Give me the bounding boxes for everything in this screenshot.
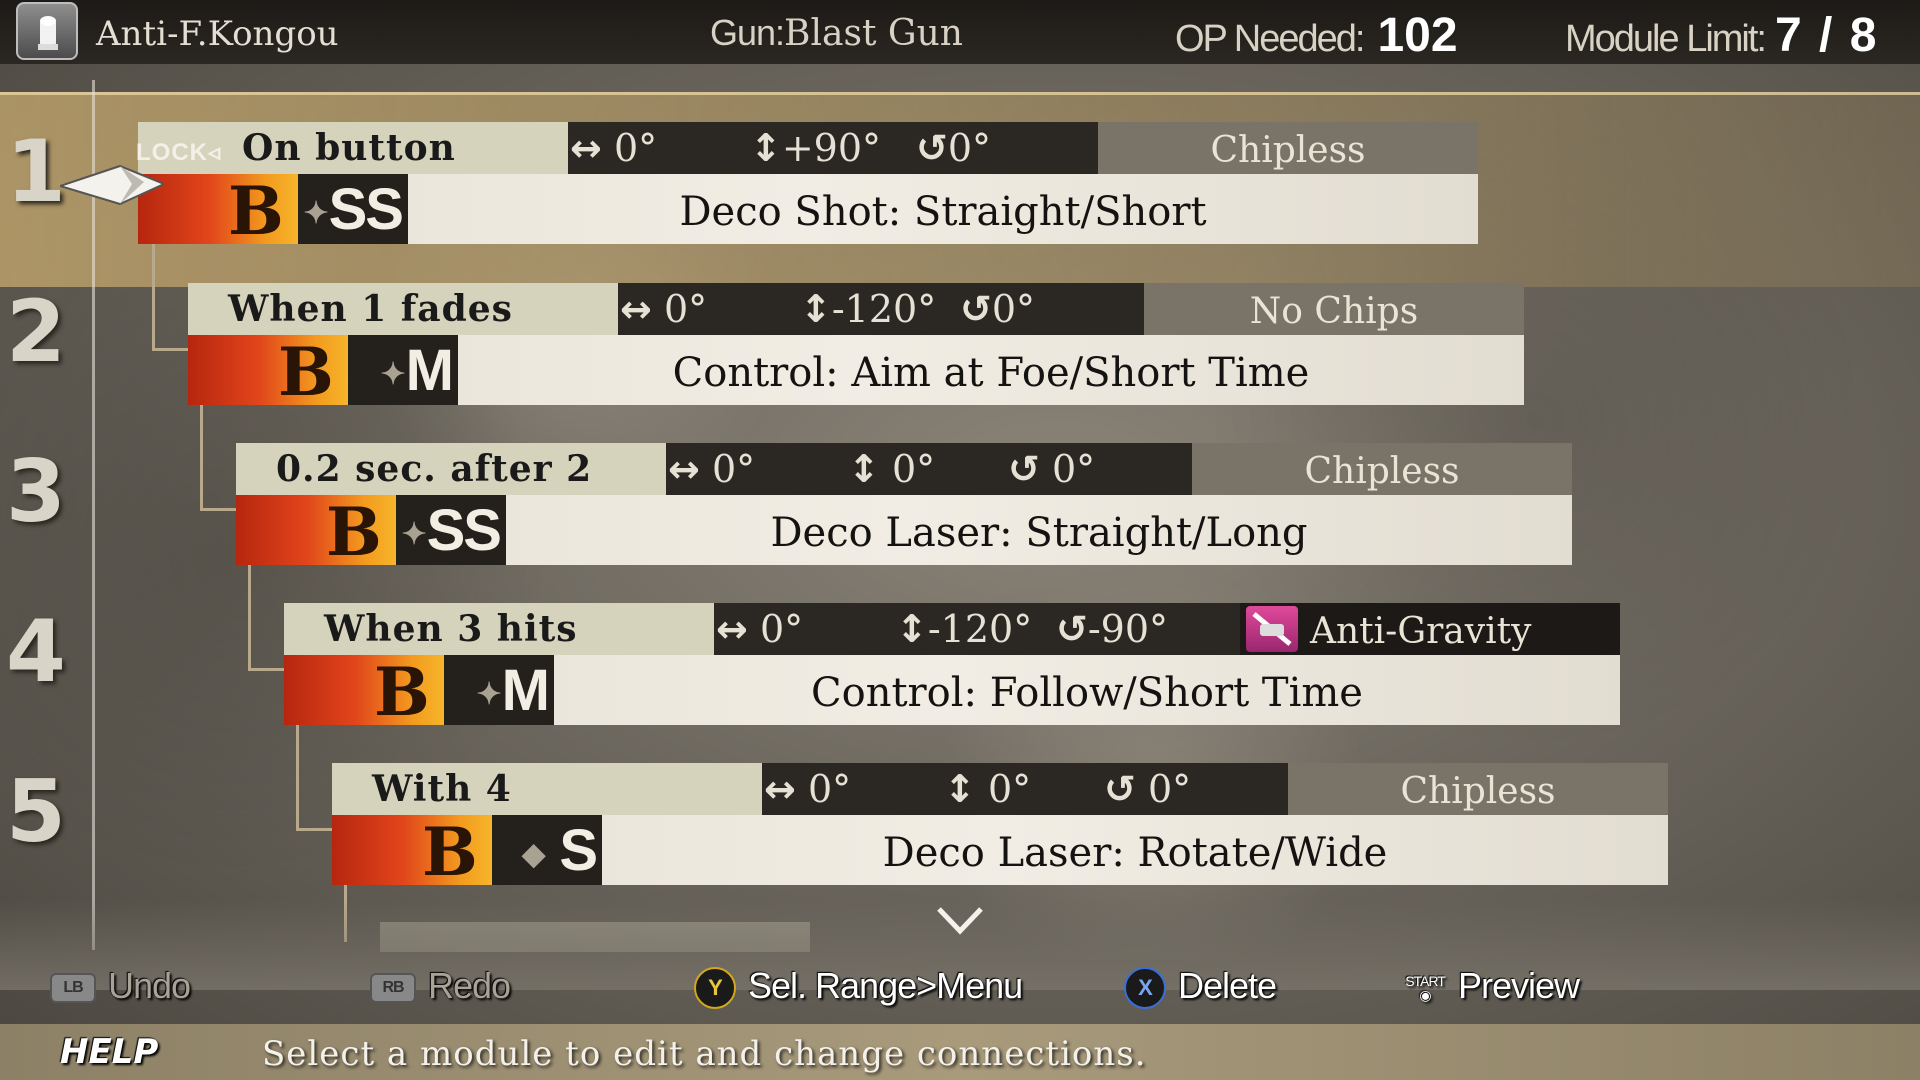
y-button-icon: Y (694, 967, 736, 1010)
bullet-block-icon: B (236, 493, 396, 571)
bullet-size: ✦SS (298, 174, 408, 244)
top-bar: Anti-F.Kongou Gun:Blast Gun OP Needed: 10… (0, 0, 1920, 64)
horizontal-angle: ↔ 0° (570, 126, 658, 170)
vertical-arrow-icon: ↕ (896, 607, 928, 651)
vertical-angle: ↕ 0° (848, 447, 936, 491)
rotation-angle: ↺0° (960, 287, 1036, 331)
horizontal-arrow-icon: ↔ (764, 767, 796, 811)
bullet-chip[interactable]: Chipless (1192, 443, 1572, 495)
bullet-block-icon: B (332, 813, 492, 891)
trigger-label[interactable]: With 4 (332, 763, 762, 815)
undo-button[interactable]: LB Undo (50, 965, 191, 1007)
bullet-chip[interactable]: Chipless (1288, 763, 1668, 815)
bullet-icon (16, 2, 78, 60)
module-row-2[interactable]: When 1 fades ↔ 0° ↕-120° ↺0° No Chips B … (188, 283, 1524, 411)
bullet-name: Anti-F.Kongou (96, 14, 339, 54)
bullet-chip[interactable]: Anti-Gravity (1240, 603, 1620, 655)
start-button-icon: START ◉ (1405, 973, 1446, 1004)
row-number: 5 (6, 762, 66, 862)
vertical-angle: ↕+90° (750, 126, 882, 170)
module-name[interactable]: Deco Shot: Straight/Short (408, 174, 1478, 244)
horizontal-arrow-icon: ↔ (668, 447, 700, 491)
horizontal-angle: ↔ 0° (620, 287, 708, 331)
vertical-arrow-icon: ↕ (750, 126, 782, 170)
help-bar: HELP Select a module to edit and change … (0, 1024, 1920, 1080)
module-name[interactable]: Deco Laser: Straight/Long (506, 495, 1572, 565)
bullet-chip[interactable]: Chipless (1098, 122, 1478, 174)
lb-button-icon: LB (50, 973, 96, 1004)
rotation-angle: ↺-90° (1056, 607, 1169, 651)
help-label: HELP (60, 1032, 159, 1072)
rotation-angle: ↺ 0° (1008, 447, 1096, 491)
row-number: 1 (6, 122, 66, 222)
horizontal-angle: ↔ 0° (764, 767, 852, 811)
rotate-icon: ↺ (1008, 447, 1040, 491)
module-row-5[interactable]: With 4 ↔ 0° ↕ 0° ↺ 0° Chipless B ◆ S Dec… (332, 763, 1668, 891)
rotate-icon: ↺ (1104, 767, 1136, 811)
tree-connector (152, 240, 191, 351)
module-row-1[interactable]: On button press ↔ 0° ↕+90° ↺0° Chipless … (138, 122, 1478, 250)
module-row-3[interactable]: 0.2 sec. after 2 ↔ 0° ↕ 0° ↺ 0° Chipless… (236, 443, 1572, 571)
trigger-label[interactable]: 0.2 sec. after 2 (236, 443, 666, 495)
bullet-size: ✦M (444, 655, 554, 725)
horizontal-arrow-icon: ↔ (716, 607, 748, 651)
help-text: Select a module to edit and change conne… (262, 1034, 1147, 1074)
bullet-size: ✦SS (396, 495, 506, 565)
vertical-angle: ↕ 0° (944, 767, 1032, 811)
tree-connector (296, 722, 335, 831)
op-needed: OP Needed: 102 (1175, 9, 1458, 62)
anti-gravity-chip-icon (1246, 606, 1298, 652)
rotate-icon: ↺ (1056, 607, 1088, 651)
horizontal-angle: ↔ 0° (668, 447, 756, 491)
vertical-arrow-icon: ↕ (848, 447, 880, 491)
module-row-4[interactable]: When 3 hits ↔ 0° ↕-120° ↺-90° Anti-Gravi… (284, 603, 1620, 731)
rotate-icon: ↺ (960, 287, 992, 331)
module-name[interactable]: Control: Follow/Short Time (554, 655, 1620, 725)
trigger-label[interactable]: When 1 fades (188, 283, 618, 335)
select-range-button[interactable]: Y Sel. Range>Menu (694, 965, 1023, 1010)
vertical-arrow-icon: ↕ (800, 287, 832, 331)
vertical-angle: ↕-120° (896, 607, 1033, 651)
preview-button[interactable]: START ◉ Preview (1404, 965, 1580, 1007)
scroll-down-chevron-icon[interactable] (935, 905, 985, 939)
bullet-size: ◆ S (492, 815, 602, 885)
horizontal-angle: ↔ 0° (716, 607, 804, 651)
tree-connector (200, 402, 239, 511)
rotation-angle: ↺0° (916, 126, 992, 170)
vertical-angle: ↕-120° (800, 287, 937, 331)
rotate-icon: ↺ (916, 126, 948, 170)
row-number: 2 (6, 282, 66, 382)
button-prompt-bar: LB Undo RB Redo Y Sel. Range>Menu X Delete S… (0, 955, 1920, 1025)
rotation-angle: ↺ 0° (1104, 767, 1192, 811)
horizontal-arrow-icon: ↔ (620, 287, 652, 331)
delete-button[interactable]: X Delete (1124, 965, 1277, 1010)
x-button-icon: X (1124, 967, 1166, 1010)
horizontal-arrow-icon: ↔ (570, 126, 602, 170)
gun-type: Gun:Blast Gun (710, 12, 963, 54)
bullet-block-icon: B (188, 333, 348, 411)
redo-button[interactable]: RB Redo (370, 965, 511, 1007)
trigger-label[interactable]: When 3 hits (284, 603, 714, 655)
row-number: 4 (6, 602, 66, 702)
bullet-block-icon: B (284, 653, 444, 731)
bullet-size: ✦M (348, 335, 458, 405)
cursor-pointer-icon (56, 160, 167, 214)
tree-connector (248, 562, 287, 671)
module-name[interactable]: Deco Laser: Rotate/Wide (602, 815, 1668, 885)
vertical-arrow-icon: ↕ (944, 767, 976, 811)
row-number: 3 (6, 442, 66, 542)
rb-button-icon: RB (370, 973, 416, 1004)
module-limit: Module Limit: 7 / 8 (1565, 9, 1879, 62)
bullet-chip[interactable]: No Chips (1144, 283, 1524, 335)
module-name[interactable]: Control: Aim at Foe/Short Time (458, 335, 1524, 405)
